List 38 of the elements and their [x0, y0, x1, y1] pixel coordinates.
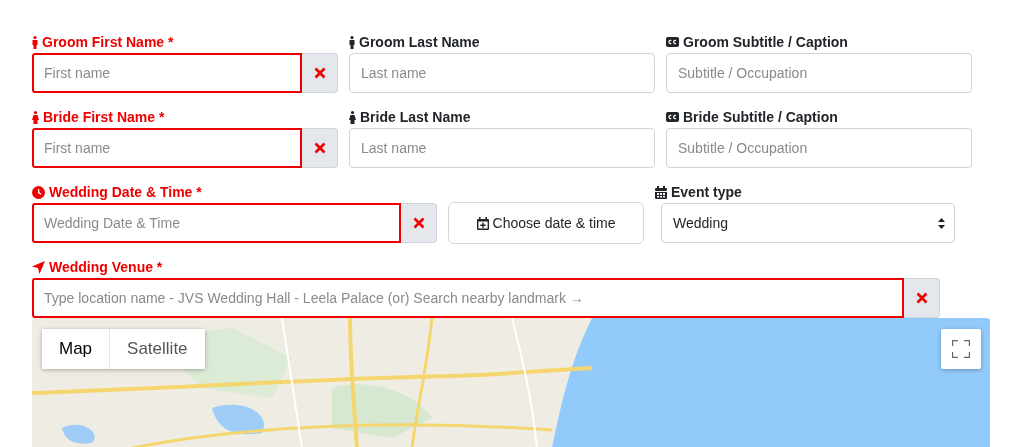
- woman-icon: [32, 110, 39, 124]
- text-field[interactable]: First name: [32, 128, 302, 168]
- field-label: Wedding Date & Time *: [49, 184, 202, 200]
- field-label: Event type: [671, 184, 742, 200]
- text-field[interactable]: First name: [32, 53, 302, 93]
- closed-captions-icon: [666, 37, 679, 47]
- clear-button[interactable]: [302, 53, 338, 93]
- fullscreen-button[interactable]: [941, 329, 981, 369]
- close-icon: [313, 142, 326, 154]
- woman-icon: [349, 110, 356, 124]
- map-type-tab[interactable]: Map: [42, 329, 110, 369]
- fullscreen-icon: [952, 340, 970, 358]
- up-down-caret-icon: [938, 217, 945, 229]
- close-icon: [412, 217, 425, 229]
- closed-captions-icon: [666, 112, 679, 122]
- clear-button[interactable]: [904, 278, 940, 318]
- map-type-tab[interactable]: Satellite: [109, 329, 205, 369]
- text-field[interactable]: Wedding Date & Time: [32, 203, 401, 243]
- clock-icon: [32, 185, 45, 199]
- event-type-select[interactable]: Wedding: [661, 203, 955, 243]
- text-field[interactable]: Type location name - JVS Wedding Hall - Leela Palace (or) Search nearby landmark →: [32, 278, 904, 318]
- field-label: Groom First Name *: [42, 34, 174, 50]
- field-label: Bride Last Name: [360, 109, 471, 125]
- clear-button[interactable]: [401, 203, 437, 243]
- man-icon: [32, 35, 38, 49]
- man-icon: [349, 35, 355, 49]
- close-icon: [313, 67, 326, 79]
- clear-button[interactable]: [302, 128, 338, 168]
- field-label: Groom Last Name: [359, 34, 480, 50]
- location-arrow-icon: [32, 260, 45, 274]
- choose-date-button[interactable]: Choose date & time: [448, 202, 644, 244]
- field-label: Bride Subtitle / Caption: [683, 109, 838, 125]
- calendar-icon: [655, 185, 667, 199]
- field-label: Groom Subtitle / Caption: [683, 34, 848, 50]
- field-label: Bride First Name *: [43, 109, 165, 125]
- close-icon: [915, 292, 928, 304]
- field-label: Wedding Venue *: [49, 259, 163, 275]
- calendar-plus-icon: [476, 216, 489, 230]
